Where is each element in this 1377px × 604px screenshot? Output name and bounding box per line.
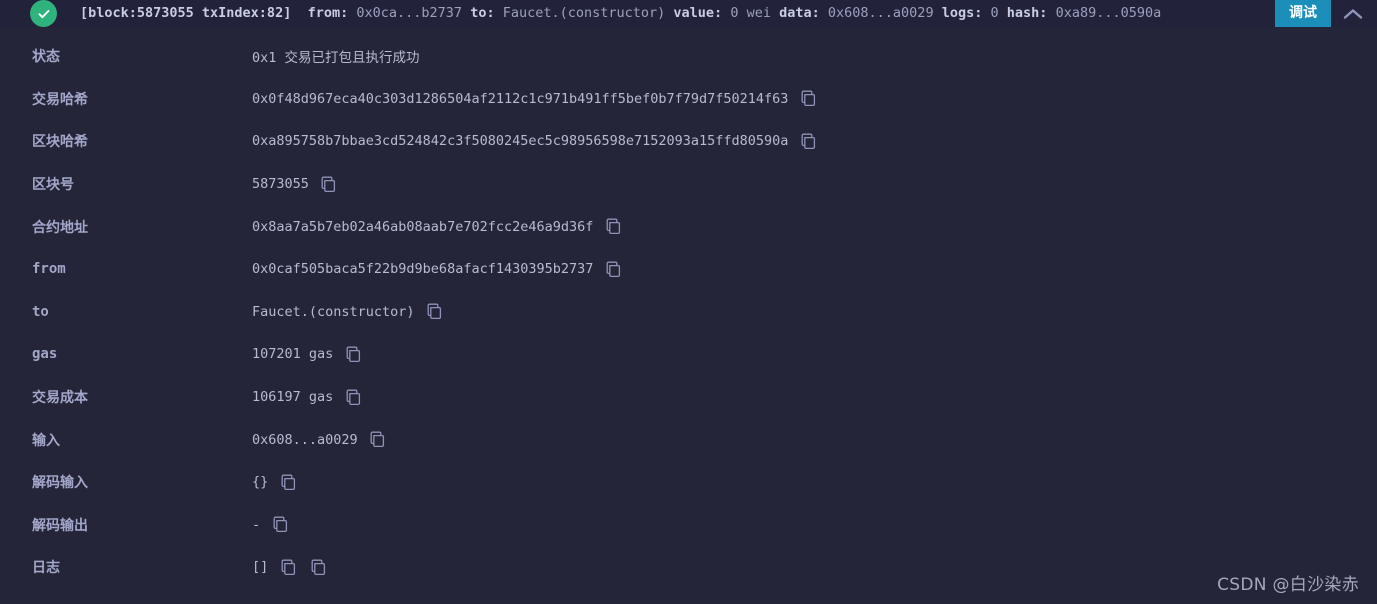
detail-row-value-group: {} [252,473,298,491]
detail-row-value: 0x0f48d967eca40c303d1286504af2112c1c971b… [252,90,789,107]
detail-row-label: 合约地址 [32,219,88,236]
detail-row-label: 解码输入 [32,475,88,492]
detail-row-value-group: 107201 gas [252,345,363,363]
detail-row-value: 106197 gas [252,389,334,406]
detail-row: to Faucet.(constructor) [0,291,1377,334]
summary-value-value: 0 wei [730,5,771,21]
detail-row-value: 5873055 [252,176,309,193]
detail-row: 合约地址 0x8aa7a5b7eb02a46ab08aab7e702fcc2e46… [0,205,1377,248]
summary-from-label: from: [307,5,349,21]
detail-row-value-group: 0x0caf505baca5f22b9d9be68afacf1430395b27… [252,260,623,278]
watermark: CSDN @白沙染赤 [1217,575,1359,595]
detail-row: gas 107201 gas [0,333,1377,376]
detail-row-value-group: 0x0f48d967eca40c303d1286504af2112c1c971b… [252,90,818,108]
detail-row-label: 输入 [32,432,60,449]
detail-row-label: from [32,261,66,278]
copy-icon[interactable] [345,388,363,406]
detail-row: 解码输入 {} [0,461,1377,504]
chevron-up-icon[interactable] [1339,0,1367,27]
summary-hash-label: hash: [1006,5,1048,21]
detail-row-value: 0x0caf505baca5f22b9d9be68afacf1430395b27… [252,261,594,278]
detail-row-value: 0xa895758b7bbae3cd524842c3f5080245ec5c98… [252,133,789,150]
detail-row: 状态 0x1 交易已打包且执行成功 [0,35,1377,78]
copy-icon[interactable] [321,175,339,193]
detail-row-label: 解码输出 [32,517,88,534]
detail-row: from 0x0caf505baca5f22b9d9be68afacf143039… [0,248,1377,291]
detail-row-value-group: 106197 gas [252,388,363,406]
detail-row-value: Faucet.(constructor) [252,303,415,320]
copy-icon[interactable] [605,218,623,236]
summary-data-label: data: [779,5,820,21]
detail-row-label: 日志 [32,560,60,577]
detail-row: 区块哈希 0xa895758b7bbae3cd524842c3f5080245ec… [0,120,1377,163]
copy-icon[interactable] [272,516,290,534]
detail-row-label: to [32,303,49,320]
copy-icon[interactable] [280,473,298,491]
copy-icon[interactable] [800,132,818,150]
summary-hash-value: 0xa89...0590a [1055,5,1162,21]
detail-row-value-group: Faucet.(constructor) [252,303,445,321]
detail-row-value-group: 0x608...a0029 [252,431,388,449]
detail-row-label: 交易哈希 [32,91,88,108]
detail-row-value-group: [] [252,558,328,576]
detail-row-value-group: 0x8aa7a5b7eb02a46ab08aab7e702fcc2e46a9d3… [252,218,623,236]
copy-icon[interactable] [800,90,818,108]
summary-to-value: Faucet.(constructor) [502,5,666,21]
summary-logs-label: logs: [941,5,983,21]
transaction-detail-list: 状态 0x1 交易已打包且执行成功交易哈希 0x0f48d967eca40c303d… [0,27,1377,589]
transaction-header-bar: [block:5873055 txIndex:82] from: 0x0ca..… [0,0,1377,27]
detail-row-value-group: 0xa895758b7bbae3cd524842c3f5080245ec5c98… [252,132,818,150]
detail-row-label: 状态 [32,49,60,66]
detail-row-value: 0x8aa7a5b7eb02a46ab08aab7e702fcc2e46a9d3… [252,218,594,235]
copy-icon[interactable] [605,260,623,278]
transaction-summary-line: [block:5873055 txIndex:82] from: 0x0ca..… [80,0,1161,27]
detail-row-label: gas [32,346,58,363]
detail-row: 日志 [] [0,546,1377,589]
detail-row-label: 区块号 [32,177,74,194]
detail-row: 输入 0x608...a0029 [0,418,1377,461]
detail-row-value-group: 5873055 [252,175,339,193]
detail-row-value-group: - [252,516,290,534]
copy-icon[interactable] [310,558,328,576]
detail-row: 交易哈希 0x0f48d967eca40c303d1286504af2112c1c… [0,78,1377,121]
summary-logs-value: 0 [990,5,999,21]
copy-icon[interactable] [280,558,298,576]
detail-row-label: 区块哈希 [32,134,88,151]
copy-icon[interactable] [370,431,388,449]
detail-row-value: 0x1 交易已打包且执行成功 [252,50,420,67]
summary-from-value: 0x0ca...b2737 [356,5,463,21]
summary-value-label: value: [673,5,723,21]
summary-data-value: 0x608...a0029 [827,5,934,21]
debug-button[interactable]: 调试 [1275,0,1331,27]
copy-icon[interactable] [345,345,363,363]
summary-to-label: to: [470,5,495,21]
detail-row-value-group: 0x1 交易已打包且执行成功 [252,46,420,66]
check-circle-icon [30,0,57,27]
copy-icon[interactable] [427,303,445,321]
detail-row: 解码输出 - [0,504,1377,547]
detail-row-value: {} [252,474,269,491]
detail-row-value: [] [252,559,269,576]
detail-row-value: 0x608...a0029 [252,431,358,448]
detail-row-value: - [252,516,261,533]
detail-row-label: 交易成本 [32,390,88,407]
detail-row: 区块号 5873055 [0,163,1377,206]
detail-row: 交易成本 106197 gas [0,376,1377,419]
summary-block-index: [block:5873055 txIndex:82] [80,5,292,21]
detail-row-value: 107201 gas [252,346,334,363]
